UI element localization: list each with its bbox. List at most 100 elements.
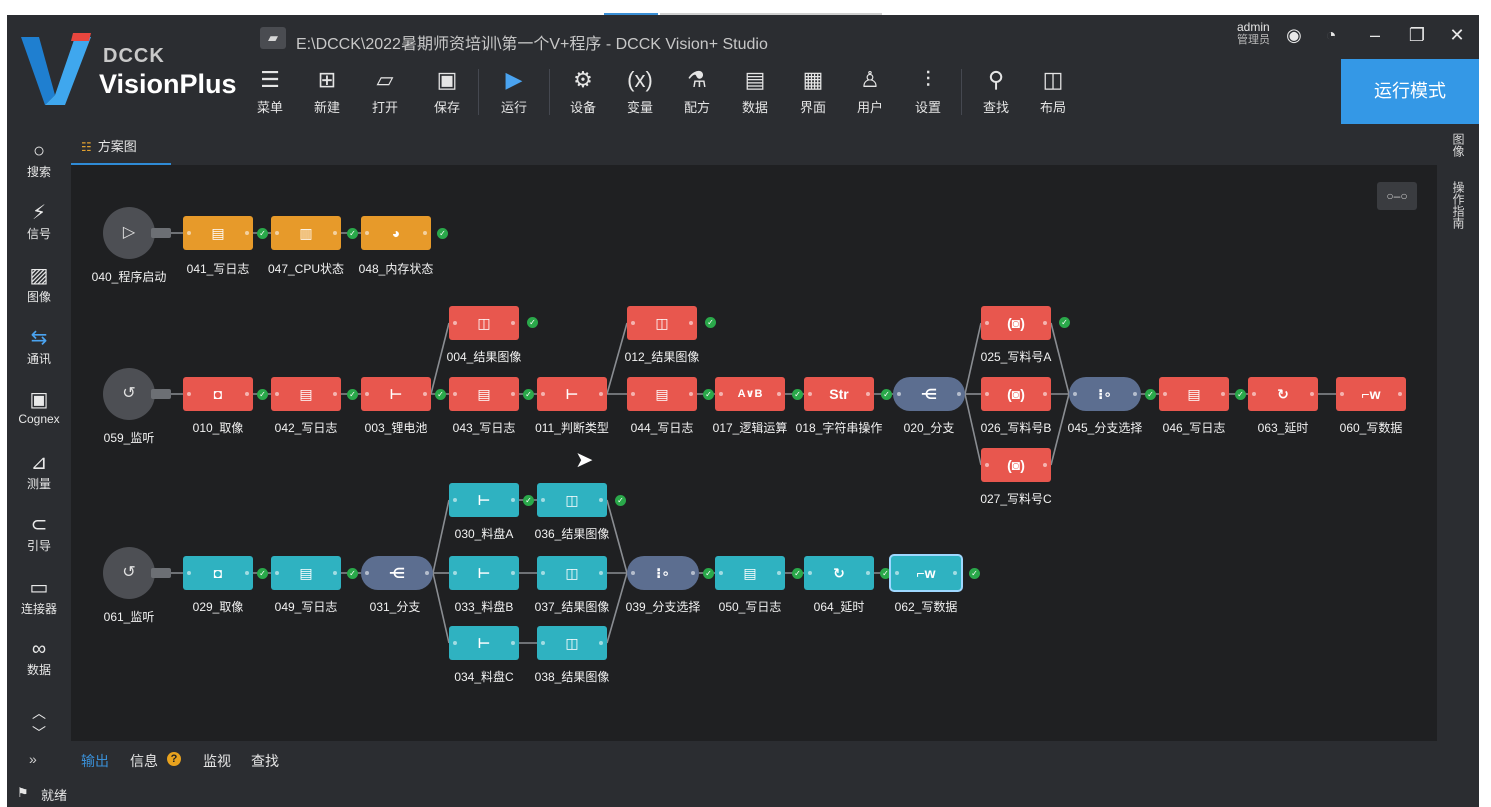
result-image-icon: ◫ bbox=[655, 315, 669, 331]
close-icon[interactable]: ✕ bbox=[1445, 25, 1469, 46]
sidebar-item-image[interactable]: ▨ 图像 bbox=[7, 264, 71, 305]
sidebar-item-search[interactable]: ○ 搜索 bbox=[7, 139, 71, 180]
flow-node-branch[interactable]: ⋲ bbox=[361, 556, 433, 590]
tab-monitor[interactable]: 监视 bbox=[203, 751, 231, 771]
sidebar-item-label: 通讯 bbox=[26, 352, 51, 366]
flow-node[interactable]: ▤ bbox=[271, 556, 341, 590]
start-node-listen[interactable]: ↺ bbox=[103, 547, 155, 599]
toolbar-label: 查找 bbox=[982, 100, 1009, 115]
flow-node[interactable]: ⊢ bbox=[449, 626, 519, 660]
sidebar-item-data[interactable]: ∞ 数据 bbox=[7, 637, 71, 678]
toolbar-user-button[interactable]: ♙ 用户 bbox=[849, 63, 891, 116]
flow-node[interactable]: (◙) bbox=[981, 306, 1051, 340]
minimize-icon[interactable]: – bbox=[1363, 25, 1387, 46]
flow-node[interactable]: ↻ bbox=[804, 556, 874, 590]
toolbar-label: 界面 bbox=[799, 100, 826, 115]
right-rail-guide[interactable]: 操作指南 bbox=[1450, 181, 1467, 229]
toolbar-ui-button[interactable]: ▦ 界面 bbox=[792, 63, 834, 116]
node-label: 042_写日志 bbox=[274, 421, 338, 435]
account-icon[interactable]: ◉ bbox=[1282, 25, 1306, 46]
toolbar-label: 新建 bbox=[313, 100, 340, 115]
flow-node-selected[interactable]: ⌐w bbox=[891, 556, 961, 590]
user-info[interactable]: admin 管理员 bbox=[1237, 21, 1270, 47]
flow-node[interactable]: ▤ bbox=[627, 377, 697, 411]
flow-node-string[interactable]: Str bbox=[804, 377, 874, 411]
toolbar-variable-button[interactable]: (x) 变量 bbox=[619, 63, 661, 116]
toolbar-open-button[interactable]: ▱ 打开 bbox=[364, 63, 406, 116]
flow-node[interactable]: ⊢ bbox=[361, 377, 431, 411]
flow-node-branch-select[interactable]: ⁝∘ bbox=[627, 556, 699, 590]
toolbar-label: 打开 bbox=[371, 100, 398, 115]
sidebar-item-guide[interactable]: ⊂ 引导 bbox=[7, 513, 71, 554]
data-icon: ▤ bbox=[744, 67, 766, 92]
toolbar-data-button[interactable]: ▤ 数据 bbox=[734, 63, 776, 116]
status-text: 就绪 bbox=[41, 788, 68, 803]
log-icon: ▤ bbox=[299, 386, 313, 402]
start-node-program[interactable]: ▷ bbox=[103, 207, 155, 259]
flow-canvas[interactable]: ○–○ ▷ 040_程序启动 ▤ 041_写日志 ✓ ▥ 047_CPU状态 ✓… bbox=[71, 165, 1437, 741]
restore-icon[interactable]: ❐ bbox=[1405, 25, 1429, 46]
scroll-down-icon[interactable]: ﹀ bbox=[7, 721, 71, 745]
sidebar-item-connector[interactable]: ▭ 连接器 bbox=[7, 576, 71, 617]
node-label: 017_逻辑运算 bbox=[712, 421, 788, 435]
flow-node[interactable]: ▤ bbox=[715, 556, 785, 590]
flow-node[interactable]: ◫ bbox=[537, 626, 607, 660]
flow-node[interactable]: ⊢ bbox=[537, 377, 607, 411]
flow-node[interactable]: ▤ bbox=[449, 377, 519, 411]
sidebar-item-comm[interactable]: ⇆ 通讯 bbox=[7, 326, 71, 367]
flow-node[interactable]: ◘ bbox=[183, 377, 253, 411]
flow-node[interactable]: (◙) bbox=[981, 377, 1051, 411]
flow-node[interactable]: ◫ bbox=[627, 306, 697, 340]
flow-node[interactable]: ⊢ bbox=[449, 556, 519, 590]
expand-icon[interactable]: » bbox=[29, 751, 37, 767]
log-icon: ▤ bbox=[655, 386, 669, 402]
run-mode-button[interactable]: 运行模式 bbox=[1341, 59, 1479, 124]
dashboard-icon[interactable]: ◔ bbox=[1319, 25, 1343, 46]
node-label: 043_写日志 bbox=[452, 421, 516, 435]
flow-node-log[interactable]: ▤ bbox=[183, 216, 253, 250]
toolbar-find-button[interactable]: ⚲ 查找 bbox=[975, 63, 1017, 116]
flow-node[interactable]: (◙) bbox=[981, 448, 1051, 482]
flow-node[interactable]: ↻ bbox=[1248, 377, 1318, 411]
node-label: 048_内存状态 bbox=[358, 262, 434, 276]
right-rail-image[interactable]: 图像 bbox=[1450, 133, 1467, 157]
sidebar-item-label: 图像 bbox=[26, 290, 51, 304]
toolbar-save-button[interactable]: ▣ 保存 bbox=[426, 63, 468, 116]
tab-find[interactable]: 查找 bbox=[251, 751, 279, 771]
tab-flowchart[interactable]: ☷ 方案图 bbox=[71, 133, 171, 165]
node-label: 064_延时 bbox=[813, 600, 865, 614]
flow-node-cpu[interactable]: ▥ bbox=[271, 216, 341, 250]
tab-info[interactable]: 信息 bbox=[130, 751, 158, 771]
start-node-listen[interactable]: ↺ bbox=[103, 368, 155, 420]
folder-icon[interactable]: ▰ bbox=[260, 27, 286, 49]
toolbar-menu-button[interactable]: ☰ 菜单 bbox=[249, 63, 291, 116]
flow-node[interactable]: ◘ bbox=[183, 556, 253, 590]
sidebar-item-measure[interactable]: ⊿ 测量 bbox=[7, 451, 71, 492]
toolbar-device-button[interactable]: ⚙ 设备 bbox=[562, 63, 604, 116]
connector-icon: ▭ bbox=[29, 577, 49, 599]
flow-node[interactable]: ◫ bbox=[537, 556, 607, 590]
flow-node-logic[interactable]: A∨B bbox=[715, 377, 785, 411]
flow-node[interactable]: ◫ bbox=[449, 306, 519, 340]
tab-output[interactable]: 输出 bbox=[81, 751, 109, 771]
flow-node-branch[interactable]: ⋲ bbox=[893, 377, 965, 411]
sidebar-item-signal[interactable]: ⚡ 信号 bbox=[7, 201, 71, 242]
flow-node-memory[interactable]: ◕ bbox=[361, 216, 431, 250]
flow-node[interactable]: ▤ bbox=[1159, 377, 1229, 411]
toolbar-label: 用户 bbox=[856, 100, 883, 115]
toolbar-layout-button[interactable]: ◫ 布局 bbox=[1032, 63, 1074, 116]
log-icon: ▤ bbox=[477, 386, 491, 402]
flow-node[interactable]: ▤ bbox=[271, 377, 341, 411]
flow-node[interactable]: ⊢ bbox=[449, 483, 519, 517]
flow-node[interactable]: ◫ bbox=[537, 483, 607, 517]
flow-node-branch-select[interactable]: ⁝∘ bbox=[1069, 377, 1141, 411]
node-label: 025_写料号A bbox=[980, 350, 1052, 364]
toolbar-run-button[interactable]: ▶ 运行 bbox=[493, 63, 535, 116]
flow-node[interactable]: ⌐w bbox=[1336, 377, 1406, 411]
sidebar-item-cognex[interactable]: ▣ Cognex bbox=[7, 388, 71, 426]
toolbar-recipe-button[interactable]: ⚗ 配方 bbox=[676, 63, 718, 116]
toolbar-new-button[interactable]: ⊞ 新建 bbox=[306, 63, 348, 116]
tray-icon: ⊢ bbox=[477, 635, 491, 651]
toolbar-settings-button[interactable]: ⫶ 设置 bbox=[907, 63, 949, 116]
result-image-icon: ◫ bbox=[565, 492, 579, 508]
